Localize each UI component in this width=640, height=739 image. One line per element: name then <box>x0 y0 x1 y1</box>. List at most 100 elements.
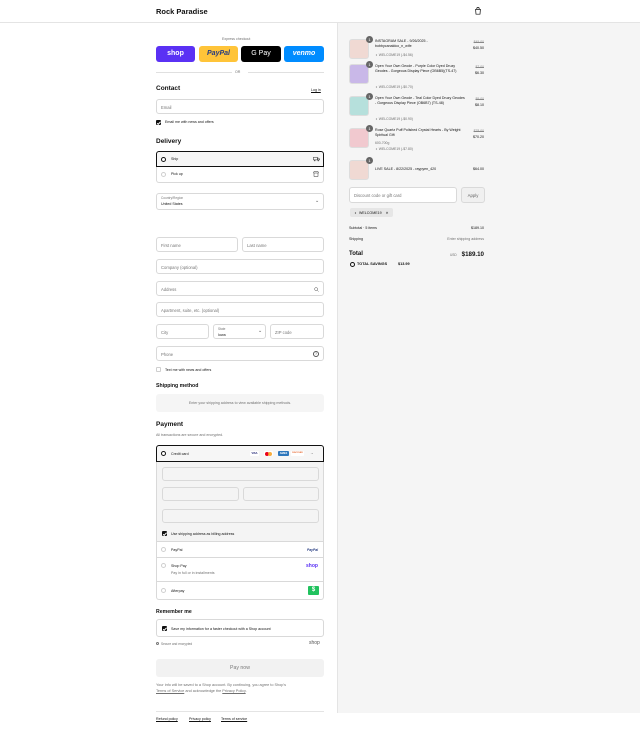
savings-tag-icon <box>350 262 355 267</box>
product-thumbnail <box>349 96 369 116</box>
pickup-option[interactable]: Pick up <box>156 167 324 183</box>
item-old-price: $7.00 <box>475 65 485 69</box>
paypal-button[interactable]: PayPal <box>199 46 238 62</box>
card-form: Use shipping address as billing address <box>156 462 324 542</box>
paypal-label: PayPal <box>171 547 183 552</box>
card-number-field[interactable] <box>162 467 319 481</box>
credit-card-option[interactable]: Credit card VISA AMEX DISCOVER → <box>156 445 324 462</box>
zip-field[interactable]: ZIP code <box>270 324 324 339</box>
visa-icon: VISA <box>250 451 259 456</box>
shop-pay-label: Shop Pay <box>171 563 187 568</box>
afterpay-label: Afterpay <box>171 588 185 593</box>
shipping-method-heading: Shipping method <box>156 383 199 389</box>
address-field[interactable]: Address <box>156 281 324 296</box>
shopping-bag-icon[interactable] <box>474 7 482 15</box>
remember-label: Save my information for a faster checkou… <box>171 626 271 631</box>
pickup-radio[interactable] <box>161 171 166 177</box>
product-thumbnail <box>349 128 369 148</box>
security-code-field[interactable] <box>243 487 319 501</box>
item-price: $8.10 <box>475 103 484 107</box>
apply-button[interactable]: Apply <box>461 187 485 203</box>
quantity-badge: 1 <box>366 36 373 43</box>
product-thumbnail <box>349 64 369 84</box>
or-divider: OR <box>235 70 241 74</box>
credit-card-radio[interactable] <box>161 451 166 456</box>
name-on-card-field[interactable] <box>162 509 319 523</box>
store-name[interactable]: Rock Paradise <box>156 7 208 16</box>
item-discount: ⚬ WELCOME19 (-$0.70) <box>375 85 413 89</box>
lock-icon <box>156 642 159 645</box>
email-news-label: Email me with news and offers <box>165 120 214 124</box>
shop-pay-radio[interactable] <box>161 563 166 568</box>
checkout-form: Express checkout shop PayPal G Pay venmo… <box>0 23 337 721</box>
legal-and: and acknowledge the <box>185 688 222 693</box>
billing-same-checkbox[interactable] <box>162 531 167 536</box>
product-thumbnail <box>349 39 369 59</box>
phone-field[interactable]: Phone ? <box>156 346 324 361</box>
city-field[interactable]: City <box>156 324 209 339</box>
pay-now-button[interactable]: Pay now <box>156 659 324 677</box>
expiry-field[interactable] <box>162 487 239 501</box>
state-select[interactable]: State Iowa ⌄ <box>213 324 266 339</box>
refund-policy-link[interactable]: Refund policy <box>156 717 178 721</box>
item-discount: ⚬ WELCOME19 (-$7.80) <box>375 147 413 151</box>
remove-discount-icon[interactable]: ✕ <box>386 211 389 215</box>
item-discount-text: WELCOME19 (-$4.56) <box>378 53 413 57</box>
item-title: Open Your Own Geode - Purple Color Dyed … <box>375 64 457 73</box>
currency-code: USD <box>450 253 457 257</box>
express-checkout-label: Express checkout <box>222 37 251 41</box>
item-variant: 600-700g <box>375 141 390 145</box>
payment-subtitle: All transactions are secure and encrypte… <box>156 433 224 437</box>
company-field[interactable]: Company (optional) <box>156 259 324 274</box>
shop-pay-button[interactable]: shop <box>156 46 195 62</box>
item-discount: ⚬ WELCOME19 (-$4.56) <box>375 53 413 57</box>
remember-checkbox[interactable] <box>162 626 167 631</box>
total-value: $189.10 <box>461 251 484 258</box>
delivery-heading: Delivery <box>156 138 182 145</box>
last-name-field[interactable]: Last name <box>242 237 324 252</box>
item-old-price: $45.00 <box>473 40 484 44</box>
terms-of-service-link[interactable]: Terms of service <box>221 717 247 721</box>
afterpay-radio[interactable] <box>161 588 166 593</box>
login-link[interactable]: Log in <box>311 88 321 92</box>
shipping-value: Enter shipping address <box>447 237 484 241</box>
email-news-checkbox[interactable] <box>156 120 161 125</box>
country-value: United States <box>161 202 183 206</box>
venmo-button[interactable]: venmo <box>284 46 324 62</box>
remember-box[interactable]: Save my information for a faster checkou… <box>156 619 324 637</box>
chevron-down-icon: ⌄ <box>315 198 320 204</box>
ship-radio[interactable] <box>161 156 166 162</box>
item-price: $64.00 <box>473 167 484 171</box>
ship-option[interactable]: Ship <box>156 151 324 167</box>
shipping-method-note: Enter your shipping address to view avai… <box>188 401 292 405</box>
applied-code: WELCOME19 <box>359 210 382 215</box>
country-select[interactable]: Country/Region United States ⌄ <box>156 193 324 210</box>
terms-link[interactable]: Terms of Service <box>156 689 184 693</box>
discount-code-input[interactable]: Discount code or gift card <box>349 187 457 203</box>
help-icon[interactable]: ? <box>313 350 319 357</box>
tag-icon: ⚬ <box>375 53 378 57</box>
item-title: LIVE SALE - 8/22/2025 - raypyen_420 <box>375 167 437 171</box>
more-cards-badge: → <box>310 451 314 455</box>
ship-label: Ship <box>171 157 179 161</box>
product-thumbnail <box>349 160 369 180</box>
credit-card-label: Credit card <box>171 451 189 456</box>
apartment-field[interactable]: Apartment, suite, etc. (optional) <box>156 302 324 317</box>
email-field[interactable]: Email <box>156 99 324 114</box>
truck-icon <box>313 156 320 162</box>
afterpay-option[interactable]: Afterpay $ <box>156 582 324 600</box>
paypal-radio[interactable] <box>161 547 166 552</box>
item-discount-text: WELCOME19 (-$0.90) <box>378 117 413 121</box>
privacy-policy-link[interactable]: Privacy policy <box>189 717 211 721</box>
item-old-price: $9.00 <box>475 97 485 101</box>
google-pay-button[interactable]: G Pay <box>241 46 281 62</box>
paypal-option[interactable]: PayPal PayPal <box>156 542 324 558</box>
store-icon <box>313 171 319 177</box>
text-news-checkbox[interactable] <box>156 367 161 372</box>
shop-pay-option[interactable]: Shop Pay Pay in full or in installments … <box>156 558 324 582</box>
privacy-link[interactable]: Privacy Policy <box>222 689 245 693</box>
header: Rock Paradise <box>0 0 640 23</box>
first-name-field[interactable]: First name <box>156 237 238 252</box>
shipping-label: Shipping <box>349 237 363 241</box>
shop-pay-logo: shop <box>306 562 318 569</box>
